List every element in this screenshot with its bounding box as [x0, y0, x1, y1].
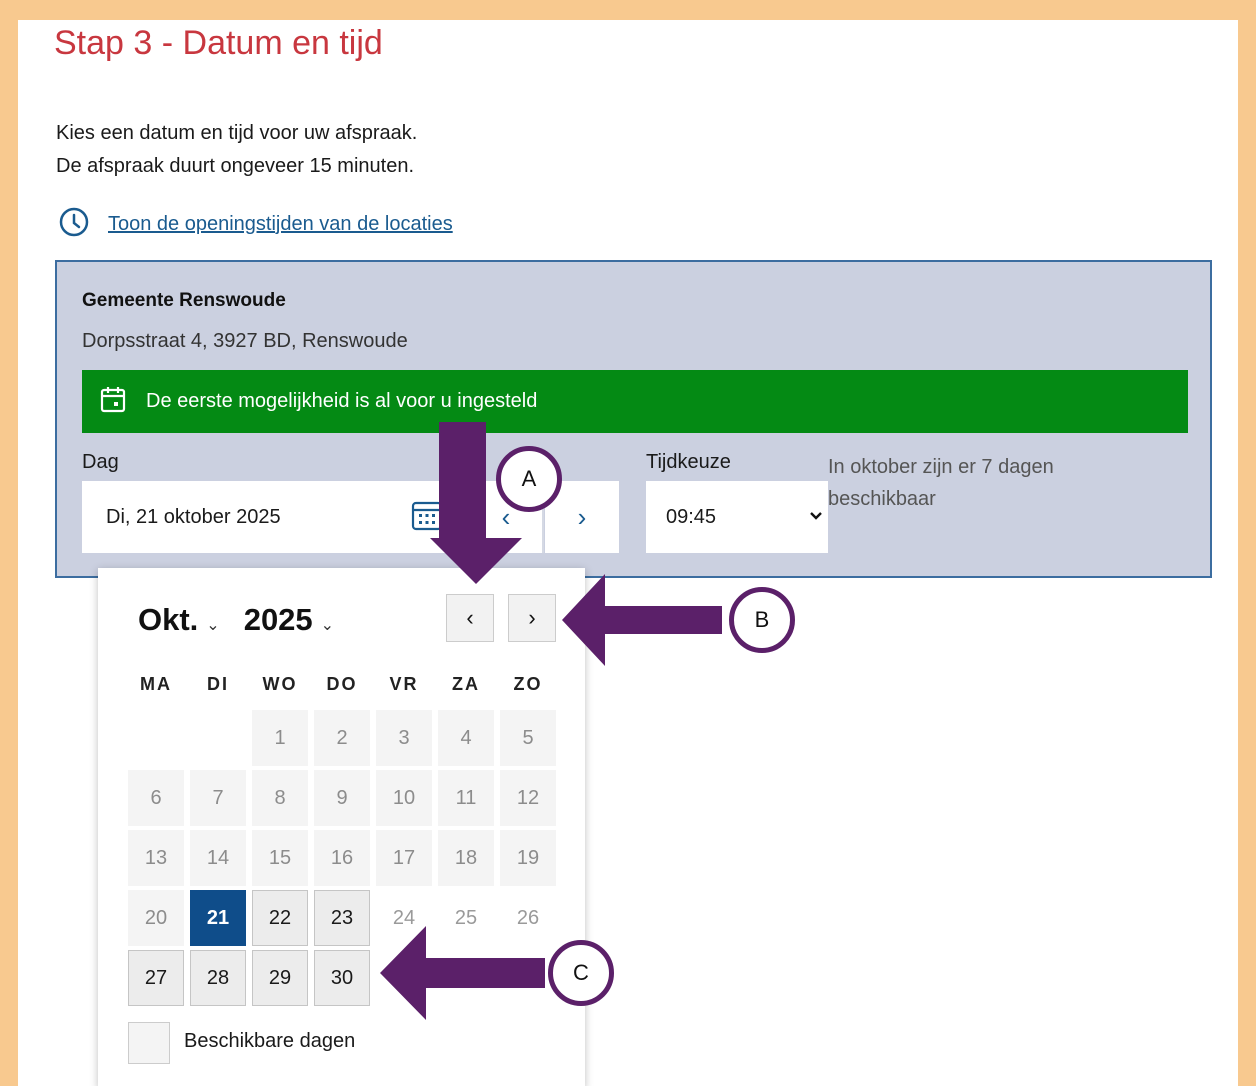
datepicker-popup: Okt. ⌄ 2025 ⌄ ‹ › MA DI WO DO VR ZA ZO 1234567… — [98, 568, 585, 1086]
calendar-day: 12 — [500, 770, 556, 826]
calendar-day: 13 — [128, 830, 184, 886]
calendar-day: 9 — [314, 770, 370, 826]
intro-text: Kies een datum en tijd voor uw afspraak. — [56, 122, 418, 144]
location-address: Dorpsstraat 4, 3927 BD, Renswoude — [82, 330, 408, 352]
year-select[interactable]: 2025 — [244, 602, 313, 638]
calendar-icon — [98, 384, 146, 420]
calendar-day: 14 — [190, 830, 246, 886]
time-label: Tijdkeuze — [646, 451, 731, 473]
duration-text: De afspraak duurt ongeveer 15 minuten. — [56, 155, 414, 177]
calendar-day: 1 — [252, 710, 308, 766]
calendar-day: 5 — [500, 710, 556, 766]
clock-icon — [58, 206, 90, 243]
month-select[interactable]: Okt. — [138, 602, 198, 638]
legend-swatch — [128, 1022, 170, 1064]
calendar-day: 7 — [190, 770, 246, 826]
calendar-day: 16 — [314, 830, 370, 886]
first-availability-notice: De eerste mogelijkheid is al voor u inge… — [82, 370, 1188, 433]
time-select[interactable]: 09:45 — [646, 481, 828, 553]
page-title: Stap 3 - Datum en tijd — [54, 24, 383, 62]
weekday-label: VR — [389, 674, 419, 694]
next-month-button[interactable]: › — [508, 594, 556, 642]
calendar-day[interactable]: 29 — [252, 950, 308, 1006]
previous-month-button[interactable]: ‹ — [446, 594, 494, 642]
calendar-day: 25 — [454, 906, 478, 929]
location-panel: Gemeente Renswoude Dorpsstraat 4, 3927 B… — [55, 260, 1212, 578]
calendar-day[interactable]: 22 — [252, 890, 308, 946]
calendar-day: 26 — [516, 906, 540, 929]
callout-b: B — [729, 587, 795, 653]
callout-c: C — [548, 940, 614, 1006]
opening-hours-link[interactable]: Toon de openingstijden van de locaties — [108, 213, 453, 236]
notice-text: De eerste mogelijkheid is al voor u inge… — [146, 390, 538, 412]
weekday-label: ZO — [513, 674, 543, 694]
calendar-day: 20 — [128, 890, 184, 946]
calendar-day: 11 — [438, 770, 494, 826]
date-input-value: Di, 21 oktober 2025 — [106, 505, 281, 528]
calendar-day: 8 — [252, 770, 308, 826]
chevron-down-icon — [808, 506, 824, 529]
calendar-icon[interactable] — [410, 498, 462, 537]
weekday-label: DO — [326, 674, 358, 694]
calendar-day: 17 — [376, 830, 432, 886]
chevron-down-icon: ⌄ — [320, 617, 335, 634]
calendar-day-selected[interactable]: 21 — [190, 890, 246, 946]
calendar-day: 18 — [438, 830, 494, 886]
weekday-label: ZA — [452, 674, 480, 694]
calendar-day: 4 — [438, 710, 494, 766]
date-input[interactable]: Di, 21 oktober 2025 — [82, 481, 462, 553]
legend-label: Beschikbare dagen — [184, 1030, 356, 1052]
calendar-day[interactable]: 23 — [314, 890, 370, 946]
chevron-down-icon: ⌄ — [206, 617, 220, 634]
time-select-value: 09:45 — [666, 505, 717, 528]
opening-hours-link-row: Toon de openingstijden van de locaties — [58, 206, 453, 243]
weekday-label: MA — [140, 674, 172, 694]
weekday-label: WO — [262, 674, 298, 694]
callout-a: A — [496, 446, 562, 512]
location-name: Gemeente Renswoude — [82, 290, 286, 311]
calendar-day: 19 — [500, 830, 556, 886]
calendar-day: 15 — [252, 830, 308, 886]
calendar-day[interactable]: 28 — [190, 950, 246, 1006]
datepicker-header: Okt. ⌄ 2025 ⌄ — [138, 602, 334, 638]
calendar-day: 10 — [376, 770, 432, 826]
day-label: Dag — [82, 451, 119, 473]
calendar-day: 24 — [392, 906, 416, 929]
calendar-day: 2 — [314, 710, 370, 766]
calendar-day: 6 — [128, 770, 184, 826]
calendar-day[interactable]: 27 — [128, 950, 184, 1006]
page-frame: Stap 3 - Datum en tijd Kies een datum en… — [18, 20, 1238, 1086]
calendar-day[interactable]: 30 — [314, 950, 370, 1006]
weekday-label: DI — [207, 674, 229, 694]
calendar-day: 3 — [376, 710, 432, 766]
availability-note: In oktober zijn er 7 dagen beschikbaar — [828, 456, 1054, 510]
